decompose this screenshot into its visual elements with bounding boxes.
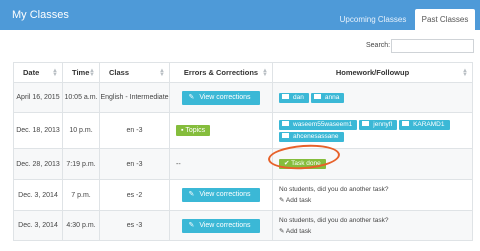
column-header-class[interactable]: Class ▲ ▼ — [99, 62, 170, 83]
cell-errors: -- — [169, 148, 273, 180]
cell-errors: ✎ View corrections — [169, 179, 273, 211]
cell-class: es -3 — [99, 210, 170, 241]
cell-homework: No students, did you do another task? ✎ … — [272, 179, 473, 211]
column-header-errors[interactable]: Errors & Corrections ▲ ▼ — [169, 62, 273, 83]
table-header-row: Date ▲ ▼ Time ▲ ▼ Class ▲ ▼ Errors & Correctio… — [13, 62, 473, 83]
sort-icon: ▲ ▼ — [52, 68, 58, 78]
table-row: Dec. 3, 2014 4:30 p.m. es -3 ✎ View corre… — [13, 210, 473, 241]
student-chip[interactable]: jennyfl — [359, 119, 398, 130]
envelope-icon — [282, 120, 289, 126]
cell-date: Dec. 3, 2014 — [13, 179, 63, 211]
cell-homework: dan anna — [272, 82, 473, 113]
student-chip[interactable]: waseem55waseem1 — [279, 119, 358, 130]
pencil-icon: ✎ — [188, 93, 195, 101]
envelope-icon — [313, 93, 321, 99]
table-row: Dec. 3, 2014 7 p.m. es -2 ✎ View correcti… — [13, 179, 473, 211]
cell-date: Dec. 18, 2013 — [13, 112, 63, 149]
pencil-icon: ✎ — [279, 197, 286, 204]
add-task-link[interactable]: ✎ Add task — [279, 227, 472, 235]
classes-table: Date ▲ ▼ Time ▲ ▼ Class ▲ ▼ Errors & Correctio… — [13, 62, 473, 241]
cell-errors: ✎ View corrections — [169, 210, 273, 241]
student-chip[interactable]: dan — [279, 92, 309, 103]
envelope-icon — [402, 120, 410, 126]
column-header-time[interactable]: Time ▲ ▼ — [62, 62, 100, 83]
table-row: Dec. 28, 2013 7:19 p.m. en -3 -- ✔ Task … — [13, 148, 473, 180]
cell-time: 10 p.m. — [62, 112, 100, 149]
cell-date: Dec. 28, 2013 — [13, 148, 63, 180]
pencil-icon: ✎ — [188, 221, 195, 229]
cell-date: Dec. 3, 2014 — [13, 210, 63, 241]
tab-upcoming-classes[interactable]: Upcoming Classes — [333, 9, 413, 30]
view-corrections-button[interactable]: ✎ View corrections — [182, 90, 260, 105]
column-header-date[interactable]: Date ▲ ▼ — [13, 62, 63, 83]
envelope-icon — [362, 120, 370, 126]
page-title: My Classes — [12, 9, 69, 21]
search-input[interactable] — [391, 39, 474, 53]
sort-icon: ▲ ▼ — [89, 68, 95, 78]
cell-class: English - Intermediate — [99, 82, 170, 113]
pencil-icon: ✎ — [188, 191, 195, 198]
sort-icon: ▲ ▼ — [159, 68, 165, 78]
student-chip[interactable]: KARAMD1 — [399, 119, 450, 130]
sort-icon: ▲ ▼ — [262, 68, 268, 78]
cell-errors: ✎ View corrections — [169, 82, 273, 113]
view-corrections-button[interactable]: ✎ View corrections — [182, 188, 260, 202]
cell-class: es -2 — [99, 179, 170, 211]
envelope-icon — [282, 93, 289, 99]
cell-errors: ▪ Topics — [169, 112, 273, 149]
cell-time: 10:05 a.m. — [62, 82, 100, 113]
cell-date: April 16, 2015 — [13, 82, 63, 113]
student-chip[interactable]: anna — [310, 92, 345, 103]
cell-class: en -3 — [99, 148, 170, 180]
cell-time: 7 p.m. — [62, 179, 100, 211]
tab-past-classes[interactable]: Past Classes — [415, 9, 475, 30]
table-row: Dec. 18, 2013 10 p.m. en -3 ▪ Topics was… — [13, 112, 473, 149]
view-corrections-button[interactable]: ✎ View corrections — [182, 218, 260, 233]
homework-note: No students, did you do another task? — [279, 216, 389, 224]
student-chip[interactable]: ahcenesassane — [279, 131, 344, 142]
table-row: April 16, 2015 10:05 a.m. English - Inte… — [13, 82, 473, 113]
cell-class: en -3 — [99, 112, 170, 149]
pencil-icon: ✎ — [279, 227, 286, 235]
sort-icon: ▲ ▼ — [462, 68, 468, 78]
add-task-link[interactable]: ✎ Add task — [279, 196, 472, 204]
column-header-homework[interactable]: Homework/Followup ▲ ▼ — [272, 62, 473, 83]
homework-note: No students, did you do another task? — [279, 186, 389, 193]
cell-homework: No students, did you do another task? ✎ … — [272, 210, 473, 241]
search-label: Search: — [366, 42, 391, 49]
cell-homework: waseem55waseem1 jennyfl KARAMD1 ahcenesassa… — [272, 112, 473, 149]
topics-button[interactable]: ▪ Topics — [176, 125, 211, 136]
cell-time: 7:19 p.m. — [62, 148, 100, 180]
app-header: My Classes Upcoming Classes Past Classes — [0, 0, 480, 30]
cell-time: 4:30 p.m. — [62, 210, 100, 241]
envelope-icon — [282, 132, 289, 138]
